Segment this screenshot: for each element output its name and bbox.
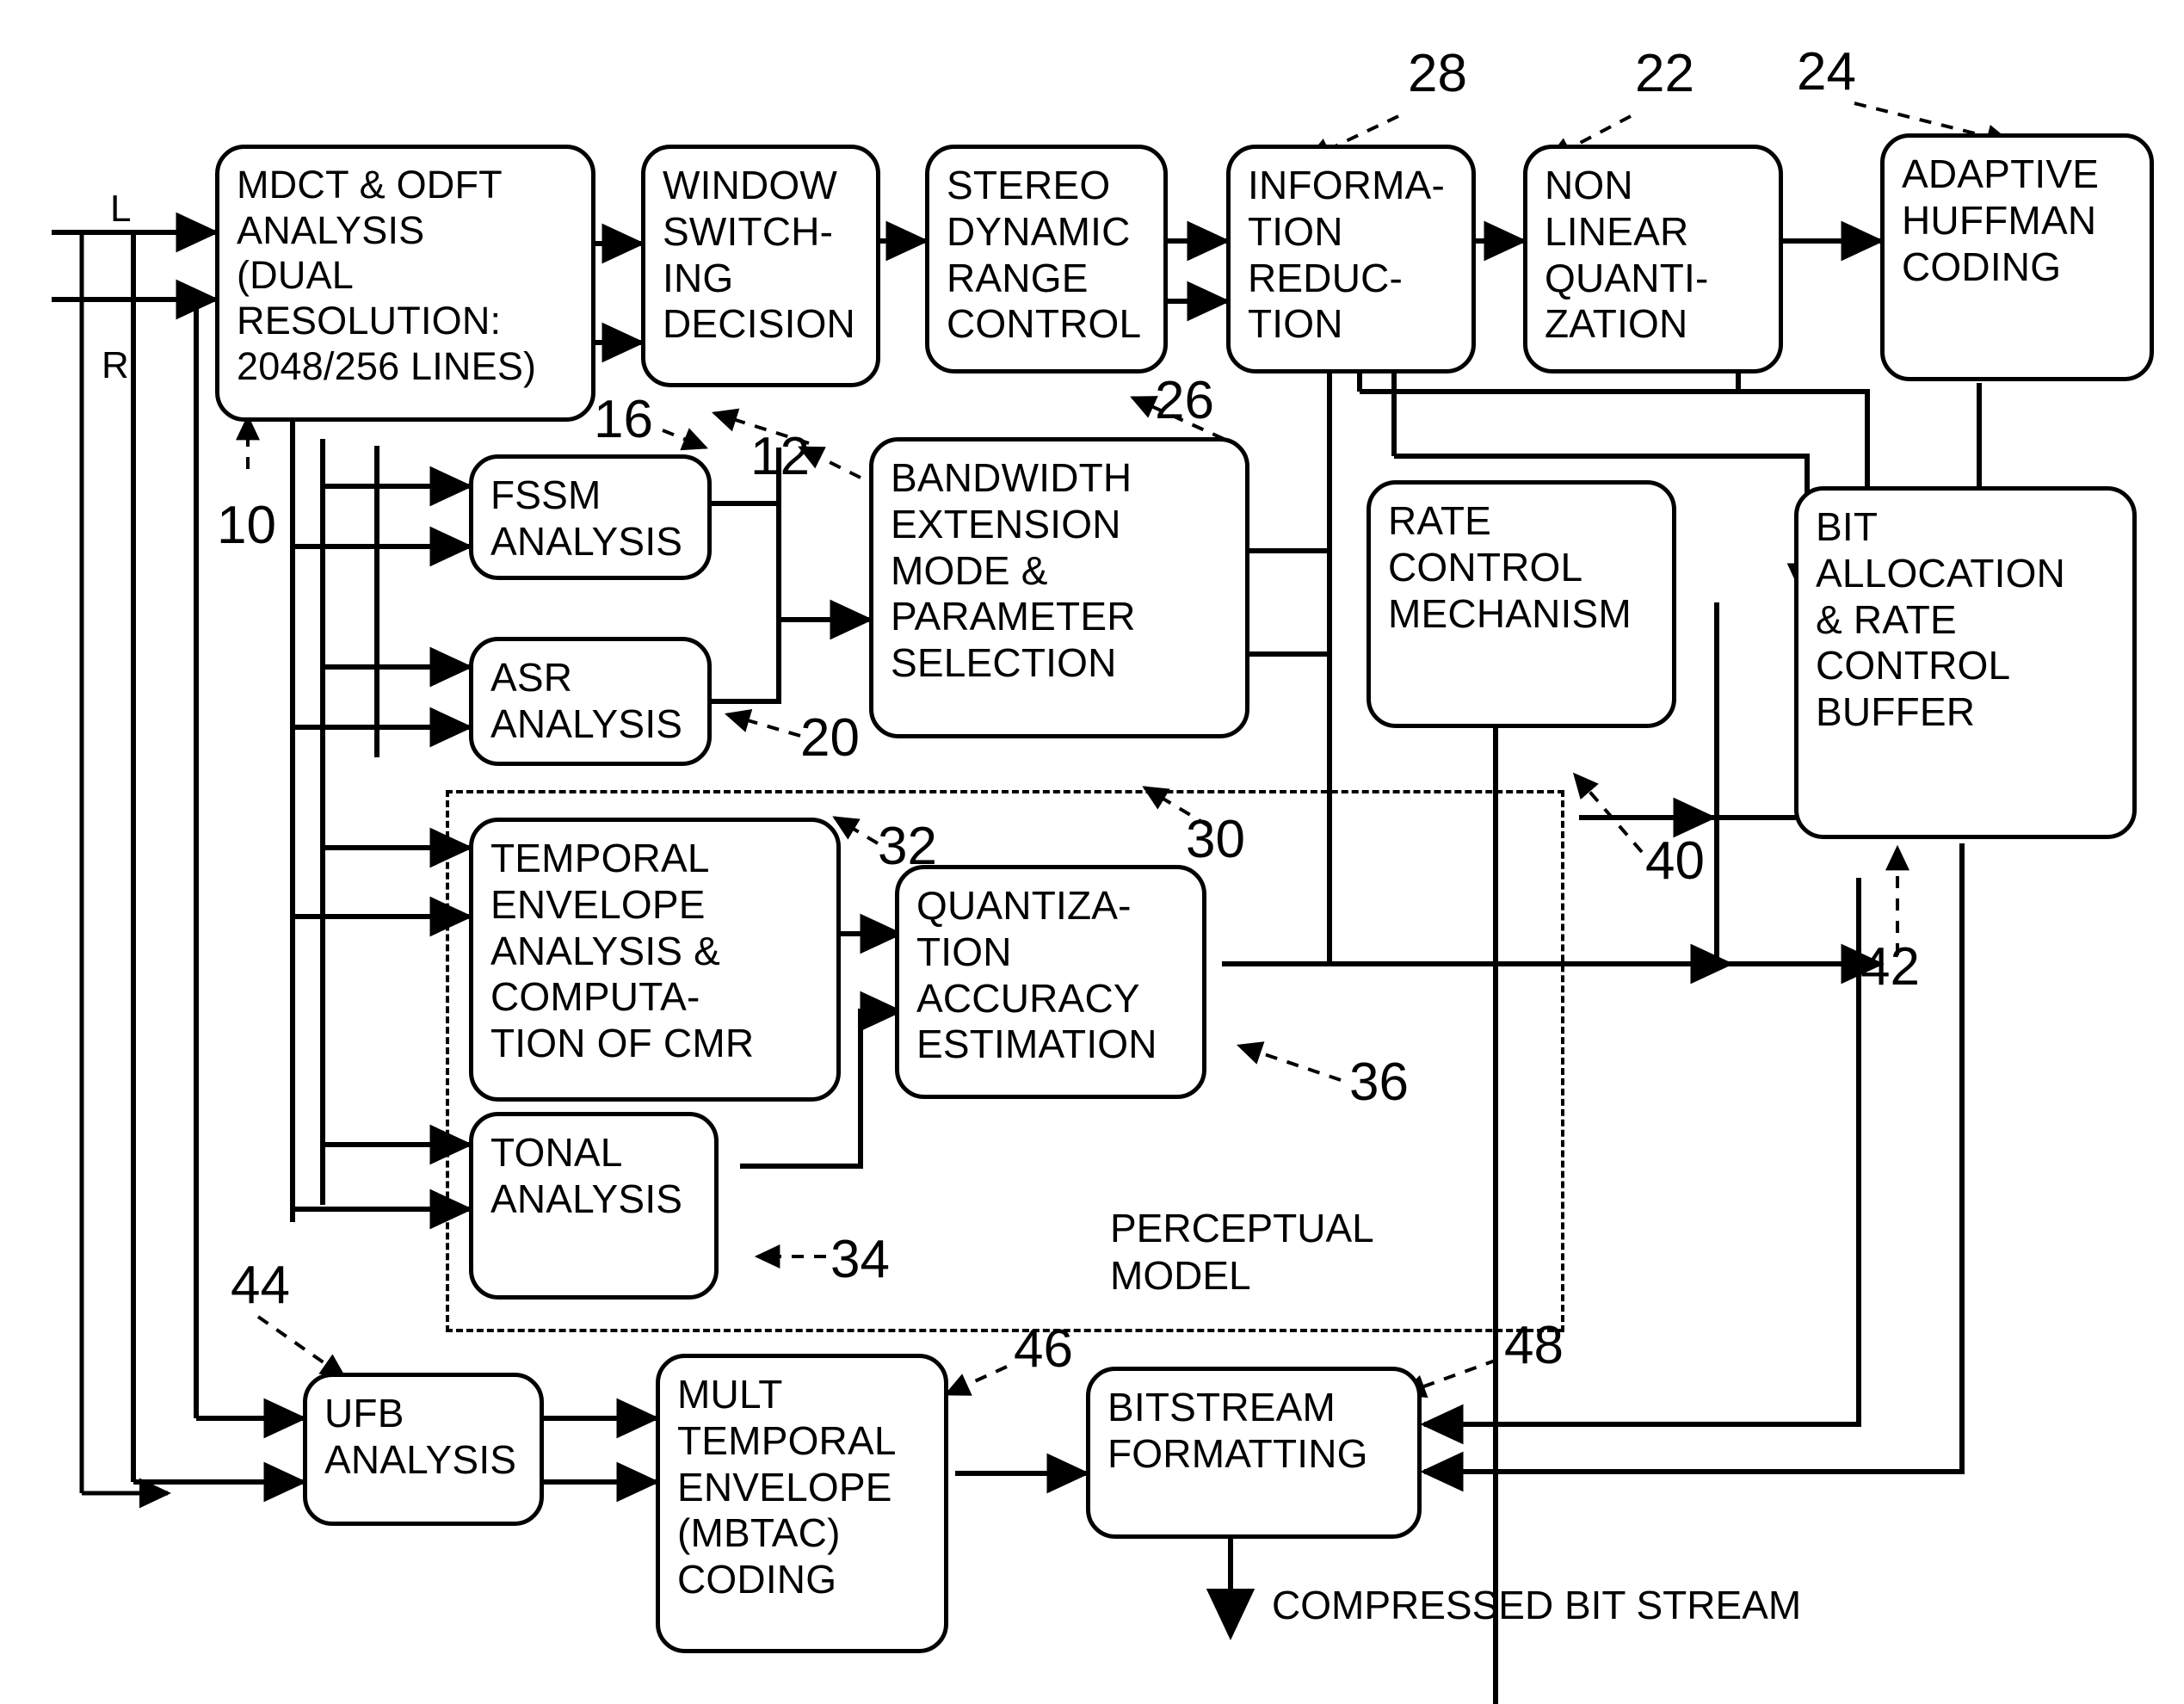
ref-numeral-30: 30	[1186, 810, 1245, 869]
block-quantization-accuracy-estimation[interactable]: QUANTIZA- TION ACCURACY ESTIMATION	[895, 865, 1206, 1099]
block-stereo-dynamic-range-control[interactable]: STEREO DYNAMIC RANGE CONTROL	[925, 145, 1168, 374]
input-label-left-channel: L	[110, 188, 132, 230]
ref-numeral-36: 36	[1349, 1053, 1409, 1112]
ref-numeral-46: 46	[1014, 1319, 1073, 1379]
block-bandwidth-extension-mode-parameter-selection[interactable]: BANDWIDTH EXTENSION MODE & PARAMETER SEL…	[869, 437, 1249, 738]
block-adaptive-huffman-coding[interactable]: ADAPTIVE HUFFMAN CODING	[1880, 133, 2154, 381]
ref-numeral-34: 34	[830, 1230, 890, 1289]
input-label-right-channel: R	[102, 344, 129, 386]
ref-numeral-44: 44	[231, 1256, 290, 1315]
ref-numeral-10: 10	[217, 496, 276, 555]
block-information-reduction[interactable]: INFORMA- TION REDUC- TION	[1226, 145, 1476, 374]
block-fssm-analysis[interactable]: FSSM ANALYSIS	[469, 454, 712, 580]
ref-numeral-16: 16	[594, 390, 653, 449]
block-asr-analysis[interactable]: ASR ANALYSIS	[469, 637, 712, 766]
output-label-compressed-bit-stream: COMPRESSED BIT STREAM	[1272, 1583, 1802, 1627]
ref-numeral-40: 40	[1645, 831, 1705, 891]
block-temporal-envelope-analysis-cmr[interactable]: TEMPORAL ENVELOPE ANALYSIS & COMPUTA- TI…	[469, 818, 841, 1102]
block-mdct-odft-analysis[interactable]: MDCT & ODFT ANALYSIS (DUAL RESOLUTION: 2…	[215, 145, 595, 422]
block-window-switching-decision[interactable]: WINDOW SWITCH- ING DECISION	[641, 145, 880, 387]
block-rate-control-mechanism[interactable]: RATE CONTROL MECHANISM	[1367, 480, 1676, 728]
ref-numeral-24: 24	[1797, 42, 1856, 102]
ref-numeral-28: 28	[1408, 44, 1467, 103]
ref-numeral-20: 20	[800, 708, 860, 768]
block-ufb-analysis[interactable]: UFB ANALYSIS	[303, 1373, 544, 1526]
block-mult-temporal-envelope-mbtac-coding[interactable]: MULT TEMPORAL ENVELOPE (MBTAC) CODING	[656, 1354, 948, 1653]
ref-numeral-48: 48	[1504, 1316, 1564, 1375]
block-bit-allocation-rate-control-buffer[interactable]: BIT ALLOCATION & RATE CONTROL BUFFER	[1794, 486, 2137, 839]
block-tonal-analysis[interactable]: TONAL ANALYSIS	[469, 1112, 719, 1300]
diagram-canvas: MDCT & ODFT ANALYSIS (DUAL RESOLUTION: 2…	[0, 0, 2184, 1704]
ref-numeral-22: 22	[1635, 44, 1694, 103]
block-bitstream-formatting[interactable]: BITSTREAM FORMATTING	[1086, 1367, 1422, 1539]
ref-numeral-12: 12	[750, 427, 810, 486]
ref-numeral-26: 26	[1155, 371, 1214, 430]
ref-numeral-42: 42	[1860, 937, 1920, 997]
perceptual-model-label: PERCEPTUAL MODEL	[1110, 1206, 1374, 1299]
ref-numeral-32: 32	[878, 817, 937, 876]
block-non-linear-quantization[interactable]: NON LINEAR QUANTI- ZATION	[1523, 145, 1783, 374]
